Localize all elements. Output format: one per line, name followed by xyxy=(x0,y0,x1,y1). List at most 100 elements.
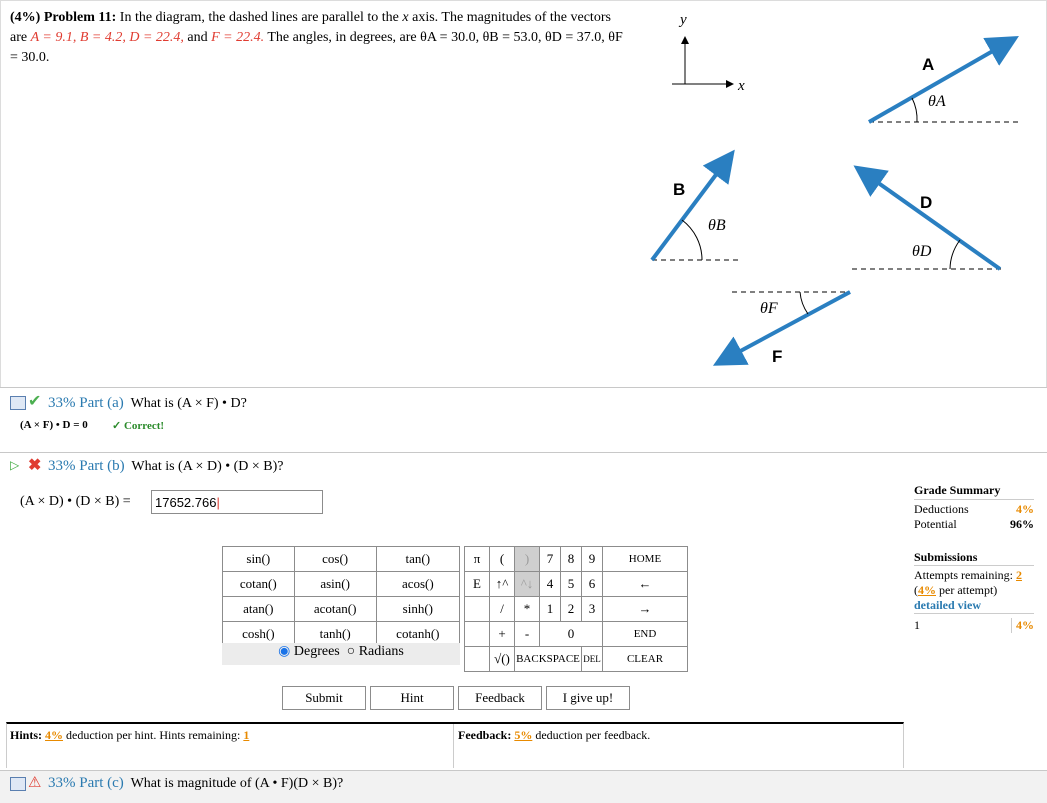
label-theta-d: θD xyxy=(912,243,932,260)
problem-text-1: In the diagram, the dashed lines are par… xyxy=(119,10,399,25)
feedback-info: Feedback: 5% deduction per feedback. xyxy=(458,728,650,743)
attempts-remaining: 2 xyxy=(1015,568,1022,582)
key-sqrt[interactable]: √() xyxy=(489,646,515,672)
angle-d: θD = 37.0, xyxy=(545,30,605,45)
per-attempt-label: per attempt) xyxy=(939,583,998,597)
function-keypad: sin() cos() tan() cotan() asin() acos() … xyxy=(222,546,461,647)
key-blank-1 xyxy=(464,596,490,622)
label-vector-f: F xyxy=(772,347,782,366)
key-9[interactable]: 9 xyxy=(581,546,603,572)
key-acotan[interactable]: acotan() xyxy=(293,596,377,622)
attempts-label: Attempts remaining: xyxy=(914,568,1013,582)
grade-summary: Grade Summary Deductions 4% Potential 96… xyxy=(914,483,1034,633)
key-5[interactable]: 5 xyxy=(560,571,582,597)
radians-radio[interactable]: ○ xyxy=(347,644,355,659)
give-up-button[interactable]: I give up! xyxy=(546,686,630,710)
submissions-title: Submissions xyxy=(914,550,1034,566)
key-tan[interactable]: tan() xyxy=(375,546,461,572)
feedback-pct: 5% xyxy=(514,728,533,742)
key-superscript-down[interactable]: ^↓ xyxy=(514,571,540,597)
key-e[interactable]: E xyxy=(464,571,490,597)
part-a-answer: (A × F) • D = 0 xyxy=(20,419,88,431)
key-3[interactable]: 3 xyxy=(581,596,603,622)
magnitude-b: B = 4.2, xyxy=(79,30,126,45)
key-right-paren[interactable]: ) xyxy=(514,546,540,572)
key-0[interactable]: 0 xyxy=(539,621,603,647)
part-a-pct: 33% Part (a) xyxy=(48,395,124,411)
vector-diagram: y x A θA B θB D θD F θF xyxy=(650,12,1019,366)
hint-button[interactable]: Hint xyxy=(370,686,454,710)
hints-feedback-divider xyxy=(453,724,454,768)
magnitude-a: A = 9.1, xyxy=(30,30,77,45)
axes-icon xyxy=(672,36,734,88)
problem-statement: (4%) Problem 11: In the diagram, the das… xyxy=(10,10,623,65)
key-clear[interactable]: CLEAR xyxy=(602,646,688,672)
key-asin[interactable]: asin() xyxy=(293,571,377,597)
answer-input[interactable]: 17652.766| xyxy=(151,490,323,514)
key-multiply[interactable]: * xyxy=(514,596,540,622)
angle-b: θB = 53.0, xyxy=(482,30,542,45)
potential-label: Potential xyxy=(914,517,957,531)
feedback-text: deduction per feedback. xyxy=(535,728,651,742)
key-pi[interactable]: π xyxy=(464,546,490,572)
answer-input-value: 17652.766 xyxy=(155,495,217,510)
key-cos[interactable]: cos() xyxy=(293,546,377,572)
radians-label: Radians xyxy=(358,644,404,659)
collapse-icon[interactable] xyxy=(10,396,26,410)
detailed-view-link[interactable]: detailed view xyxy=(914,598,1034,614)
angle-arc-f xyxy=(799,291,809,315)
key-plus[interactable]: + xyxy=(489,621,515,647)
label-vector-b: B xyxy=(673,180,685,199)
hints-info: Hints: 4% deduction per hint. Hints rema… xyxy=(10,728,249,743)
label-theta-f: θF xyxy=(760,300,778,317)
part-b-pct: 33% Part (b) xyxy=(48,458,125,474)
key-backspace[interactable]: BACKSPACE xyxy=(514,646,582,672)
key-del[interactable]: DEL xyxy=(581,646,603,672)
key-right-arrow[interactable]: → xyxy=(602,596,688,622)
key-end[interactable]: END xyxy=(602,621,688,647)
key-home[interactable]: HOME xyxy=(602,546,688,572)
expand-arrow-icon[interactable]: ▷ xyxy=(10,458,19,473)
key-atan[interactable]: atan() xyxy=(222,596,295,622)
part-c-question: What is magnitude of (A • F)(D × B)? xyxy=(130,776,344,791)
key-minus[interactable]: - xyxy=(514,621,540,647)
number-keypad: π ( ) 7 8 9 HOME E ↑^ ^↓ 4 5 6 ← / * 1 2… xyxy=(464,546,688,672)
problem-text-4: The angles, in degrees, are xyxy=(267,30,417,45)
key-1[interactable]: 1 xyxy=(539,596,561,622)
key-sinh[interactable]: sinh() xyxy=(375,596,461,622)
key-2[interactable]: 2 xyxy=(560,596,582,622)
part-b-question: What is (A × D) • (D × B)? xyxy=(131,459,284,474)
key-left-arrow[interactable]: ← xyxy=(602,571,688,597)
hints-remaining: 1 xyxy=(243,728,250,742)
y-axis-label: y xyxy=(678,12,687,28)
key-superscript-up[interactable]: ↑^ xyxy=(489,571,515,597)
part-a-header: 33% Part (a) What is (A × F) • D? xyxy=(48,395,247,412)
feedback-button[interactable]: Feedback xyxy=(458,686,542,710)
degrees-radio[interactable]: ◉ xyxy=(278,644,290,659)
hints-label: Hints: xyxy=(10,728,43,742)
part-b-label: (A × D) • (D × B) = xyxy=(20,494,131,509)
key-blank-3 xyxy=(464,646,490,672)
key-8[interactable]: 8 xyxy=(560,546,582,572)
key-left-paren[interactable]: ( xyxy=(489,546,515,572)
label-theta-b: θB xyxy=(708,217,726,234)
key-4[interactable]: 4 xyxy=(539,571,561,597)
submission-row-num: 1 xyxy=(914,618,920,632)
deductions-label: Deductions xyxy=(914,502,969,516)
submit-button[interactable]: Submit xyxy=(282,686,366,710)
key-6[interactable]: 6 xyxy=(581,571,603,597)
key-acos[interactable]: acos() xyxy=(375,571,461,597)
angle-arc-b xyxy=(681,219,703,261)
key-cotan[interactable]: cotan() xyxy=(222,571,295,597)
vector-b xyxy=(650,149,735,262)
key-7[interactable]: 7 xyxy=(539,546,561,572)
angle-mode-group: ◉ Degrees ○ Radians xyxy=(222,643,460,665)
key-divide[interactable]: / xyxy=(489,596,515,622)
key-blank-2 xyxy=(464,621,490,647)
per-attempt-pct: 4% xyxy=(918,583,936,597)
key-sin[interactable]: sin() xyxy=(222,546,295,572)
collapse-icon-c[interactable] xyxy=(10,777,26,791)
vector-f xyxy=(712,290,851,366)
part-b-header: 33% Part (b) What is (A × D) • (D × B)? xyxy=(48,458,284,475)
problem-header: (4%) Problem 11: xyxy=(10,10,117,25)
